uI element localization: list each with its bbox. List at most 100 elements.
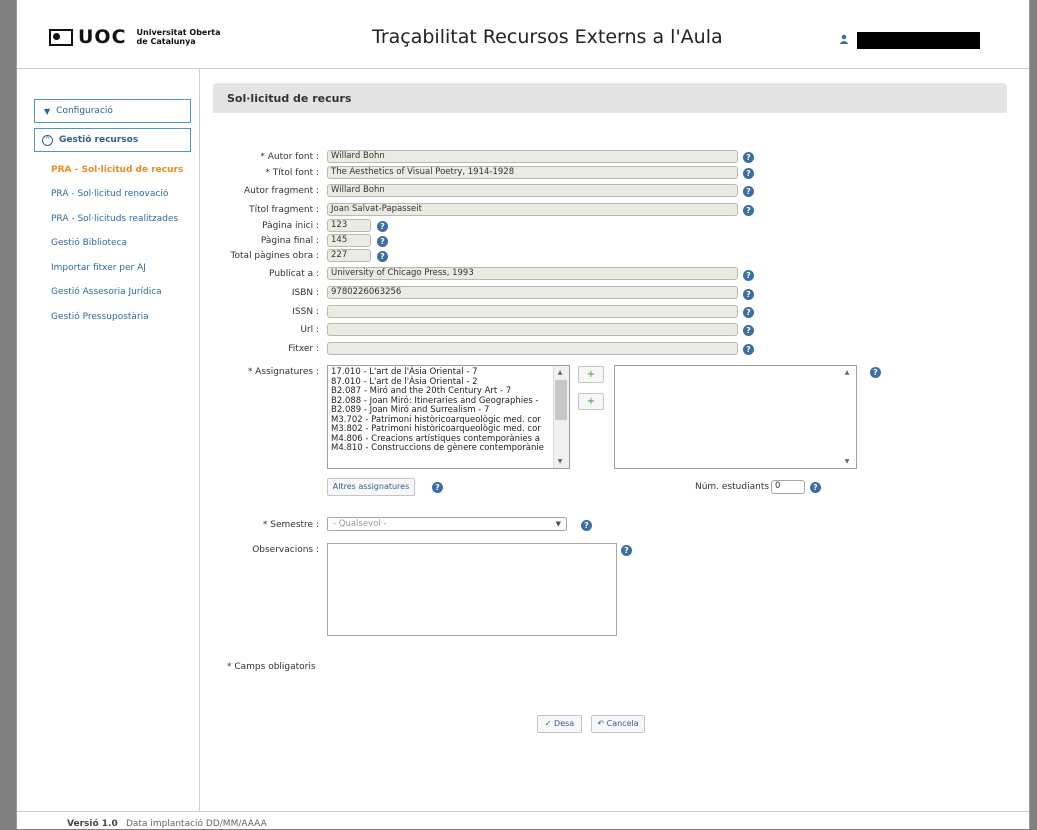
autor-font-field[interactable]: Willard Bohn — [327, 150, 738, 163]
help-icon[interactable]: ? — [377, 221, 388, 232]
pagina-final-field[interactable]: 145 — [327, 234, 371, 247]
row-pagina-final: Pàgina final : — [199, 234, 319, 248]
version-label: Versió 1.0 — [67, 819, 118, 829]
sidebar-item-assesoria-juridica[interactable]: Gestió Assesoria Jurídica — [51, 287, 162, 297]
desa-label: Desa — [554, 719, 575, 728]
sidebar-item-importar-fitxer[interactable]: Importar fitxer per AJ — [51, 263, 146, 273]
num-estudiants-field[interactable]: 0 — [771, 480, 805, 494]
undo-icon: ↶ — [597, 719, 607, 728]
help-icon[interactable]: ? — [377, 251, 388, 262]
row-issn: ISSN : — [199, 305, 319, 319]
help-icon[interactable]: ? — [743, 325, 754, 336]
list-item[interactable]: 17.010 - L'art de l'Àsia Oriental - 7 — [328, 366, 569, 378]
add-all-assignatures-button[interactable]: + — [578, 393, 604, 410]
sidebar-gestio-recursos[interactable]: ^ Gestió recursos — [34, 128, 191, 152]
sidebar: ▼ Configuració ^ Gestió recursos PRA - S… — [17, 69, 200, 811]
titol-font-label: * Títol font : — [265, 168, 319, 178]
scroll-down-icon[interactable]: ▼ — [841, 457, 853, 467]
help-icon[interactable]: ? — [621, 545, 632, 556]
chevron-down-icon: ▼ — [44, 106, 51, 116]
pagina-inici-label: Pàgina inici : — [262, 221, 319, 231]
titol-fragment-field[interactable]: Joan Salvat-Papasseit — [327, 203, 738, 216]
semestre-label: * Semestre : — [262, 520, 319, 530]
row-autor-fragment: Autor fragment : — [199, 184, 319, 198]
list-item[interactable]: M4.810 - Construccions de gènere contemp… — [328, 443, 569, 454]
isbn-field[interactable]: 9780226063256 — [327, 286, 738, 299]
scroll-down-icon[interactable]: ▼ — [554, 457, 566, 467]
fitxer-label: Fitxer : — [288, 344, 319, 354]
help-icon[interactable]: ? — [870, 367, 881, 378]
app-title: Traçabilitat Recursos Externs a l'Aula — [372, 26, 723, 48]
help-icon[interactable]: ? — [743, 168, 754, 179]
url-field[interactable] — [327, 323, 738, 336]
scroll-up-icon[interactable]: ▲ — [841, 368, 853, 378]
semestre-select[interactable]: - Qualsevol - ▼ — [327, 517, 567, 531]
selected-listbox-scrollbar[interactable]: ▲ ▼ — [841, 366, 856, 468]
help-icon[interactable]: ? — [743, 205, 754, 216]
logo-text: UOC — [78, 26, 127, 48]
uoc-logo[interactable]: UOC Universitat Oberta de Catalunya — [49, 26, 221, 48]
help-icon[interactable]: ? — [743, 186, 754, 197]
help-icon[interactable]: ? — [377, 236, 388, 247]
sidebar-configuracio[interactable]: ▼ Configuració — [34, 99, 191, 123]
row-titol-font: * Títol font : — [199, 166, 319, 180]
row-semestre: * Semestre : — [199, 518, 319, 532]
header: UOC Universitat Oberta de Catalunya Traç… — [17, 0, 1029, 69]
help-icon[interactable]: ? — [743, 289, 754, 300]
observacions-textarea[interactable] — [327, 543, 617, 636]
user-icon[interactable] — [839, 34, 849, 44]
fitxer-field[interactable] — [327, 342, 738, 355]
publicat-field[interactable]: University of Chicago Press, 1993 — [327, 267, 738, 280]
scroll-up-icon[interactable]: ▲ — [554, 368, 566, 378]
num-estudiants-label: Núm. estudiants : — [695, 482, 775, 492]
cancela-label: Cancela — [606, 719, 639, 728]
selected-assignatures-listbox[interactable]: ▲ ▼ — [614, 365, 857, 469]
help-icon[interactable]: ? — [743, 270, 754, 281]
help-icon[interactable]: ? — [743, 307, 754, 318]
pagina-inici-field[interactable]: 123 — [327, 219, 371, 232]
issn-label: ISSN : — [292, 307, 319, 317]
chevron-down-icon: ▼ — [555, 520, 561, 528]
help-icon[interactable]: ? — [743, 344, 754, 355]
row-publicat: Publicat a : — [199, 267, 319, 281]
help-icon[interactable]: ? — [581, 520, 592, 531]
help-icon[interactable]: ? — [743, 152, 754, 163]
listbox-scrollbar[interactable]: ▲ ▼ — [553, 366, 569, 468]
help-icon[interactable]: ? — [810, 482, 821, 493]
titol-fragment-label: Títol fragment : — [249, 205, 319, 215]
total-pagines-label: Total pàgines obra : — [230, 251, 319, 261]
url-label: Url : — [300, 325, 319, 335]
row-titol-fragment: Títol fragment : — [199, 203, 319, 217]
sidebar-item-gestio-biblioteca[interactable]: Gestió Biblioteca — [51, 238, 127, 248]
logo-sub-line-2: de Catalunya — [136, 37, 196, 46]
isbn-label: ISBN : — [291, 288, 319, 298]
section-header: Sol·licitud de recurs — [213, 83, 1007, 113]
scroll-thumb[interactable] — [555, 380, 567, 420]
pagina-final-label: Pàgina final : — [260, 236, 319, 246]
desa-button[interactable]: ✓ Desa — [537, 715, 582, 733]
autor-fragment-field[interactable]: Willard Bohn — [327, 184, 738, 197]
deploy-date: Data implantació DD/MM/AAAA — [126, 819, 267, 829]
sidebar-configuracio-label: Configuració — [56, 106, 113, 116]
sidebar-item-solicitud-recurs[interactable]: PRA - Sol·licitud de recurs — [51, 165, 183, 175]
sidebar-item-solicitud-renovacio[interactable]: PRA - Sol·licitud renovació — [51, 189, 168, 199]
logo-sub-line-1: Universitat Oberta — [136, 28, 221, 37]
required-fields-note: * Camps obligatoris — [227, 662, 316, 672]
user-name-redacted[interactable] — [857, 32, 980, 49]
check-icon: ✓ — [544, 719, 555, 728]
sidebar-gestio-label: Gestió recursos — [59, 135, 139, 145]
cancela-button[interactable]: ↶ Cancela — [591, 715, 645, 733]
titol-font-field[interactable]: The Aesthetics of Visual Poetry, 1914-19… — [327, 166, 738, 179]
sidebar-item-gestio-pressupostaria[interactable]: Gestió Pressupostària — [51, 312, 149, 322]
row-pagina-inici: Pàgina inici : — [199, 219, 319, 233]
issn-field[interactable] — [327, 305, 738, 318]
assignatures-listbox[interactable]: 17.010 - L'art de l'Àsia Oriental - 7 87… — [327, 365, 570, 469]
publicat-label: Publicat a : — [269, 269, 319, 279]
altres-assignatures-button[interactable]: Altres assignatures — [327, 478, 415, 496]
add-assignatura-button[interactable]: + — [578, 366, 604, 383]
section-title: Sol·licitud de recurs — [227, 92, 352, 105]
help-icon[interactable]: ? — [432, 482, 443, 493]
sidebar-item-solicituds-realitzades[interactable]: PRA - Sol·licituds realitzades — [51, 214, 178, 224]
total-pagines-field[interactable]: 227 — [327, 249, 371, 262]
footer: Versió 1.0 Data implantació DD/MM/AAAA — [17, 811, 1029, 830]
